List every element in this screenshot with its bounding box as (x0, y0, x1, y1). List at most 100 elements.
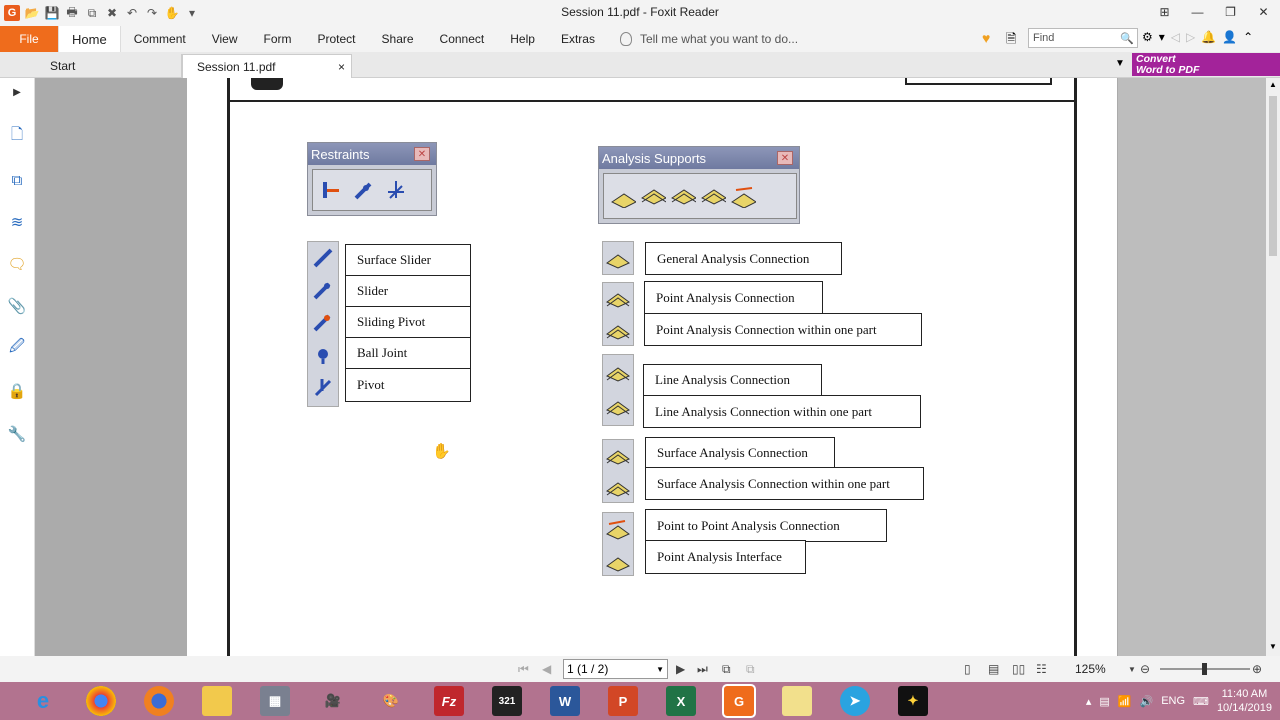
signal-icon[interactable]: 📶 (1118, 695, 1132, 708)
internet-explorer-icon[interactable]: e (28, 686, 58, 716)
single-page-icon[interactable]: ▯ (964, 662, 971, 676)
redo-icon[interactable]: ↷ (144, 5, 160, 21)
sticky-notes-icon[interactable] (782, 686, 812, 716)
general-connection-icon[interactable] (610, 183, 636, 209)
vertical-scrollbar[interactable]: ▲ ▼ (1266, 78, 1280, 656)
close-button[interactable]: ✕ (1247, 0, 1280, 24)
point-connection-icon[interactable] (640, 183, 666, 209)
tray-expand-icon[interactable]: ▴ (1086, 695, 1092, 708)
continuous-facing-icon[interactable]: ☷ (1036, 662, 1047, 676)
save-icon[interactable]: 💾 (44, 5, 60, 21)
tab-start[interactable]: Start (36, 54, 182, 78)
tab-protect[interactable]: Protect (305, 26, 369, 52)
comments-icon[interactable]: 🗨 (7, 254, 27, 274)
hand-tool-icon[interactable]: ✋ (164, 5, 180, 21)
chrome-icon[interactable] (86, 686, 116, 716)
analysis-close-icon[interactable]: ✕ (777, 151, 793, 165)
tab-share[interactable]: Share (369, 26, 427, 52)
word-icon[interactable]: W (550, 686, 580, 716)
calculator-icon[interactable]: ▦ (260, 686, 290, 716)
signature-icon[interactable]: 🖉 (7, 338, 27, 358)
next-icon[interactable]: ▷ (1186, 30, 1195, 44)
continuous-page-icon[interactable]: ▤ (988, 662, 999, 676)
restraints-close-icon[interactable]: ✕ (414, 147, 430, 161)
foxit-reader-taskbar-icon[interactable]: G (722, 684, 756, 718)
previous-page-icon[interactable]: ◀ (542, 662, 551, 676)
convert-extra-icons[interactable] (1250, 53, 1280, 76)
volume-icon[interactable]: 🔊 (1140, 695, 1154, 708)
next-view-icon[interactable]: ⧉ (746, 662, 755, 677)
surface-slider-icon[interactable] (319, 177, 345, 203)
zoom-level[interactable]: 125% (1075, 662, 1106, 676)
restore-button[interactable]: ❐ (1214, 0, 1247, 24)
copy-icon[interactable]: ⧉ (84, 5, 100, 21)
excel-icon[interactable]: X (666, 686, 696, 716)
settings-gear-icon[interactable]: ⚙ (1142, 30, 1153, 44)
convert-word-to-pdf-button[interactable]: Convert Word to PDF (1132, 53, 1250, 76)
expand-panel-icon[interactable]: ▶ (7, 82, 27, 102)
clock[interactable]: 11:40 AM 10/14/2019 (1217, 687, 1272, 715)
delete-icon[interactable]: ✖ (104, 5, 120, 21)
catia-icon[interactable]: ✦ (898, 686, 928, 716)
zoom-slider-knob[interactable] (1202, 663, 1207, 675)
tools-icon[interactable]: 🔧 (7, 424, 27, 444)
tab-help[interactable]: Help (497, 26, 548, 52)
pages-icon[interactable]: ⧉ (7, 170, 27, 190)
network-status-icon[interactable]: ▤ (1099, 695, 1109, 708)
zoom-slider[interactable] (1160, 663, 1250, 675)
layers-icon[interactable]: ≋ (7, 212, 27, 232)
line-connection-icon[interactable] (670, 183, 696, 209)
next-page-icon[interactable]: ▶ (676, 662, 685, 676)
file-menu-button[interactable]: File (0, 26, 58, 52)
tab-session-document[interactable]: Session 11.pdf × (182, 54, 352, 78)
language-indicator[interactable]: ENG (1161, 695, 1185, 707)
attachments-icon[interactable]: 📎 (7, 296, 27, 316)
bookmark-icon[interactable]: 🗋 (7, 126, 27, 146)
dropdown-icon[interactable]: ▾ (1159, 30, 1165, 44)
find-tool-icon[interactable]: 🗎 (1006, 30, 1016, 52)
keyboard-icon[interactable]: ⌨ (1193, 695, 1209, 708)
media-app-icon[interactable]: 🎥 (318, 686, 348, 716)
tab-home[interactable]: Home (58, 26, 121, 52)
tell-me-search[interactable]: Tell me what you want to do... (619, 32, 798, 46)
paint-app-icon[interactable]: 🎨 (376, 686, 406, 716)
powerpoint-icon[interactable]: P (608, 686, 638, 716)
last-page-icon[interactable]: ⏭ (697, 662, 708, 677)
page-number-field[interactable]: 1 (1 / 2) ▼ (563, 659, 668, 679)
zoom-out-icon[interactable]: ⊖ (1140, 662, 1150, 676)
scroll-up-icon[interactable]: ▲ (1269, 80, 1277, 89)
media-player-classic-icon[interactable]: 321 (492, 686, 522, 716)
foxit-app-icon[interactable]: G (4, 5, 20, 21)
security-lock-icon[interactable]: 🔒 (7, 381, 27, 401)
customize-dropdown-icon[interactable]: ▾ (184, 5, 200, 21)
tab-extras[interactable]: Extras (548, 26, 608, 52)
bell-icon[interactable]: 🔔 (1201, 30, 1216, 44)
previous-icon[interactable]: ◁ (1171, 30, 1180, 44)
first-page-icon[interactable]: ⏮ (518, 662, 529, 677)
firefox-icon[interactable] (144, 686, 174, 716)
close-tab-icon[interactable]: × (338, 60, 345, 74)
heart-icon[interactable]: ♥ (982, 30, 990, 46)
telegram-icon[interactable]: ➤ (840, 686, 870, 716)
facing-page-icon[interactable]: ▯▯ (1012, 662, 1025, 676)
tab-connect[interactable]: Connect (427, 26, 498, 52)
user-icon[interactable]: 👤 (1222, 30, 1237, 44)
open-folder-icon[interactable]: 📂 (24, 5, 40, 21)
previous-view-icon[interactable]: ⧉ (722, 662, 731, 677)
pivot-axis-icon[interactable] (383, 177, 409, 203)
tab-view[interactable]: View (199, 26, 251, 52)
scroll-down-icon[interactable]: ▼ (1269, 642, 1277, 651)
search-icon[interactable]: 🔍 (1120, 32, 1134, 45)
zoom-dropdown-icon[interactable]: ▼ (1128, 665, 1136, 674)
document-viewport[interactable]: Restraints ✕ Surface Slider Slider Slidi… (35, 78, 1118, 656)
surface-connection-icon[interactable] (700, 183, 726, 209)
point-to-point-icon[interactable] (730, 183, 756, 209)
minimize-button[interactable]: — (1181, 0, 1214, 24)
grid-view-icon[interactable]: ⊞ (1148, 0, 1181, 24)
tab-form[interactable]: Form (251, 26, 305, 52)
tab-list-dropdown-icon[interactable]: ▼ (1115, 58, 1125, 69)
expand-icon[interactable]: ⌃ (1243, 30, 1253, 44)
tab-comment[interactable]: Comment (121, 26, 199, 52)
undo-icon[interactable]: ↶ (124, 5, 140, 21)
filezilla-icon[interactable]: Fz (434, 686, 464, 716)
